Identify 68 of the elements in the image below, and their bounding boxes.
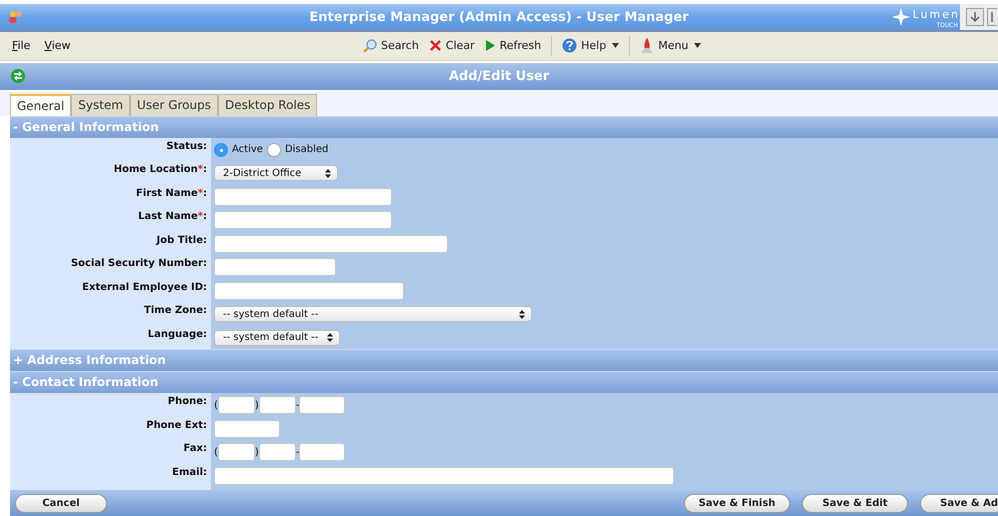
field-label: Language: — [148, 328, 207, 342]
star-logo-icon — [892, 8, 910, 26]
line-number-field[interactable] — [299, 396, 346, 414]
field-label: External Employee ID: — [82, 282, 207, 295]
area-code-field[interactable] — [218, 443, 255, 462]
cancel-button[interactable]: Cancel — [15, 494, 107, 513]
tab[interactable]: System — [71, 94, 130, 116]
tab[interactable]: User Groups — [130, 94, 218, 116]
logo-text: Lumen — [912, 8, 960, 20]
input-field[interactable] — [214, 258, 336, 276]
input-field[interactable] — [214, 234, 448, 253]
play-icon — [484, 39, 496, 52]
toolbar-button[interactable]: Search — [360, 36, 422, 55]
save-button[interactable]: Save & Edit — [802, 494, 908, 513]
menu-item[interactable]: View — [44, 39, 71, 52]
updown-icon — [325, 168, 331, 178]
help-icon — [562, 38, 578, 54]
tab[interactable]: General — [10, 94, 72, 116]
close-icon — [428, 39, 442, 52]
parenthesis: ( — [214, 446, 218, 458]
dash: - — [296, 400, 300, 411]
prefix-field[interactable] — [258, 396, 296, 414]
radio-option[interactable]: Disabled — [266, 142, 328, 157]
dash: - — [296, 446, 300, 458]
menu-item[interactable]: File — [12, 39, 30, 52]
field-label: Status: — [166, 140, 207, 154]
dropdown[interactable]: -- system default -- — [214, 330, 340, 346]
window-title: Enterprise Manager (Admin Access) - User Manager — [309, 10, 689, 24]
field-label: Home Location*: — [114, 164, 207, 178]
swap-icon[interactable] — [11, 69, 25, 84]
field-label: First Name*: — [136, 188, 207, 201]
input-field[interactable] — [214, 420, 280, 438]
toolbar-button[interactable]: Clear — [426, 37, 478, 54]
parenthesis: ) — [254, 446, 259, 458]
updown-icon — [327, 333, 333, 342]
field-label: Job Title: — [156, 234, 207, 248]
toolbar-button[interactable]: Help — [559, 36, 622, 56]
field-label: Social Security Number: — [70, 258, 207, 272]
save-button[interactable]: Save & Ad — [920, 494, 998, 513]
dropdown[interactable]: -- system default -- — [214, 306, 532, 322]
download-icon[interactable] — [966, 8, 984, 26]
save-button[interactable]: Save & Finish — [684, 494, 790, 513]
input-field[interactable] — [214, 466, 674, 485]
parenthesis: ) — [254, 400, 259, 411]
field-label: Email: — [172, 466, 207, 480]
toolbar-button[interactable]: Menu — [637, 36, 704, 56]
users-icon — [8, 10, 24, 24]
page-title: Add/Edit User — [448, 68, 550, 84]
rocket-icon — [640, 38, 654, 54]
updown-icon — [519, 310, 525, 319]
dropdown[interactable]: 2-District Office — [214, 165, 338, 182]
tab[interactable]: Desktop Roles — [218, 94, 318, 116]
prefix-field[interactable] — [258, 443, 296, 462]
field-label: Last Name*: — [138, 211, 207, 224]
field-label: Phone Ext: — [146, 420, 207, 433]
field-label: Fax: — [184, 443, 207, 456]
radio-option[interactable]: Active — [214, 142, 263, 157]
window-button-icon[interactable] — [987, 8, 997, 26]
area-code-field[interactable] — [218, 396, 255, 414]
toolbar-button[interactable]: Refresh — [482, 37, 544, 54]
input-field[interactable] — [214, 188, 392, 206]
search-icon — [363, 38, 377, 53]
field-label: Time Zone: — [144, 305, 207, 318]
input-field[interactable] — [214, 211, 392, 230]
field-label: Phone: — [168, 396, 207, 410]
input-field[interactable] — [214, 282, 404, 300]
parenthesis: ( — [214, 400, 218, 411]
line-number-field[interactable] — [299, 443, 346, 462]
